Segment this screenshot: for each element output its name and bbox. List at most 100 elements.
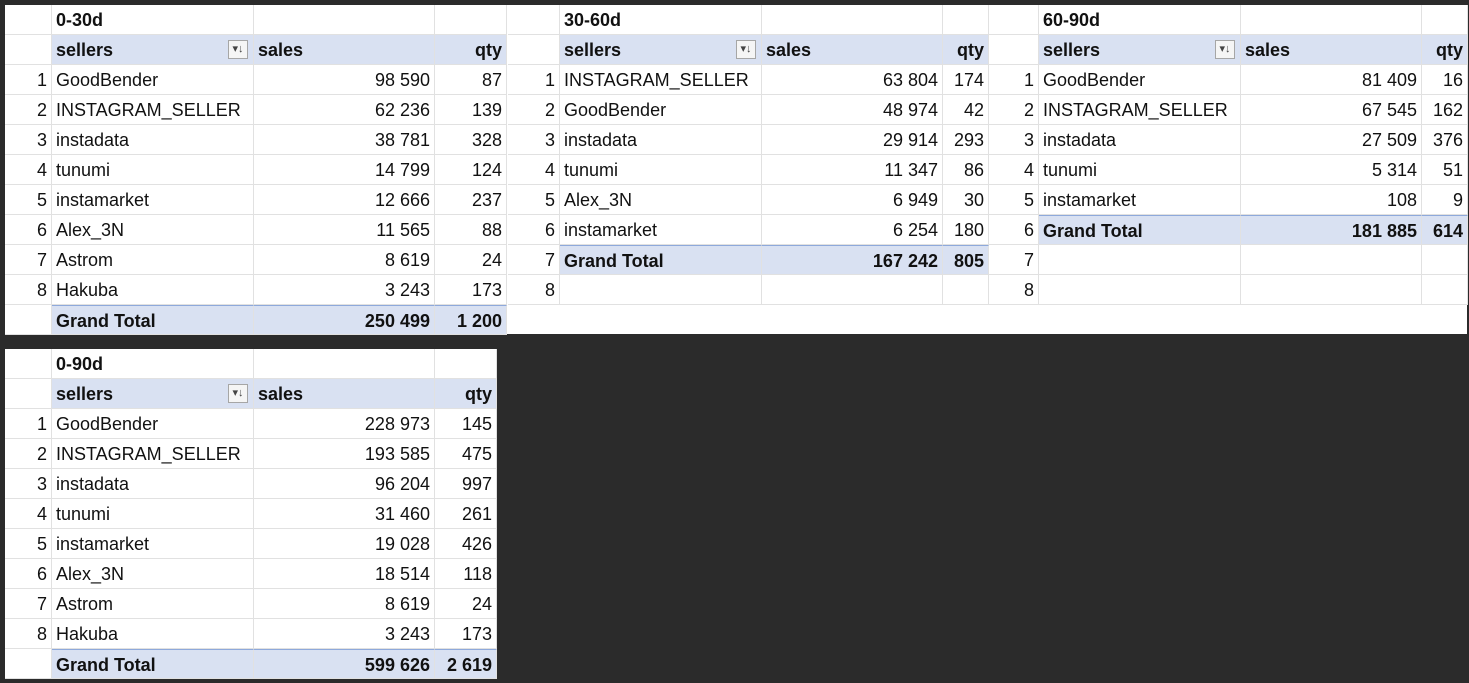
empty-cell[interactable] (1039, 275, 1241, 305)
qty-value-cell[interactable]: 475 (435, 439, 497, 469)
seller-name-cell[interactable]: GoodBender (1039, 65, 1241, 95)
grand-total-sales[interactable]: 250 499 (254, 305, 435, 335)
sales-value-cell[interactable]: 228 973 (254, 409, 435, 439)
sales-header[interactable]: sales (762, 35, 943, 65)
seller-name-cell[interactable]: INSTAGRAM_SELLER (52, 95, 254, 125)
seller-name-cell[interactable]: Hakuba (52, 619, 254, 649)
qty-value-cell[interactable]: 42 (943, 95, 989, 125)
seller-name-cell[interactable]: tunumi (52, 499, 254, 529)
empty-cell[interactable] (1241, 275, 1422, 305)
seller-name-cell[interactable]: instadata (52, 125, 254, 155)
qty-value-cell[interactable]: 261 (435, 499, 497, 529)
qty-value-cell[interactable]: 174 (943, 65, 989, 95)
seller-name-cell[interactable]: instamarket (1039, 185, 1241, 215)
grand-total-sales[interactable]: 167 242 (762, 245, 943, 275)
seller-name-cell[interactable]: GoodBender (560, 95, 762, 125)
grand-total-label[interactable]: Grand Total (560, 245, 762, 275)
sort-filter-icon[interactable]: ▾↓ (1215, 40, 1235, 59)
seller-name-cell[interactable]: Alex_3N (560, 185, 762, 215)
qty-value-cell[interactable]: 16 (1422, 65, 1468, 95)
grand-total-label[interactable]: Grand Total (52, 649, 254, 679)
qty-value-cell[interactable]: 139 (435, 95, 507, 125)
sales-value-cell[interactable]: 96 204 (254, 469, 435, 499)
grand-total-sales[interactable]: 181 885 (1241, 215, 1422, 245)
qty-value-cell[interactable]: 426 (435, 529, 497, 559)
sales-value-cell[interactable]: 98 590 (254, 65, 435, 95)
qty-value-cell[interactable]: 145 (435, 409, 497, 439)
sales-value-cell[interactable]: 8 619 (254, 589, 435, 619)
seller-name-cell[interactable]: Hakuba (52, 275, 254, 305)
empty-cell[interactable] (943, 275, 989, 305)
qty-value-cell[interactable]: 86 (943, 155, 989, 185)
empty-cell[interactable] (1422, 275, 1468, 305)
seller-name-cell[interactable]: INSTAGRAM_SELLER (560, 65, 762, 95)
sales-header[interactable]: sales (1241, 35, 1422, 65)
qty-value-cell[interactable]: 173 (435, 619, 497, 649)
sales-value-cell[interactable]: 108 (1241, 185, 1422, 215)
grand-total-qty[interactable]: 1 200 (435, 305, 507, 335)
sales-value-cell[interactable]: 31 460 (254, 499, 435, 529)
qty-value-cell[interactable]: 162 (1422, 95, 1468, 125)
qty-value-cell[interactable]: 293 (943, 125, 989, 155)
sales-value-cell[interactable]: 11 565 (254, 215, 435, 245)
sales-value-cell[interactable]: 81 409 (1241, 65, 1422, 95)
seller-name-cell[interactable]: instamarket (52, 185, 254, 215)
seller-name-cell[interactable]: instamarket (52, 529, 254, 559)
sales-value-cell[interactable]: 63 804 (762, 65, 943, 95)
sellers-header[interactable]: sellers ▾↓ (1039, 35, 1241, 65)
seller-name-cell[interactable]: INSTAGRAM_SELLER (52, 439, 254, 469)
seller-name-cell[interactable]: tunumi (560, 155, 762, 185)
seller-name-cell[interactable]: INSTAGRAM_SELLER (1039, 95, 1241, 125)
sales-value-cell[interactable]: 62 236 (254, 95, 435, 125)
seller-name-cell[interactable]: instadata (560, 125, 762, 155)
sort-filter-icon[interactable]: ▾↓ (228, 384, 248, 403)
qty-value-cell[interactable]: 173 (435, 275, 507, 305)
qty-value-cell[interactable]: 124 (435, 155, 507, 185)
seller-name-cell[interactable]: instadata (52, 469, 254, 499)
sort-filter-icon[interactable]: ▾↓ (228, 40, 248, 59)
empty-cell[interactable] (560, 275, 762, 305)
qty-value-cell[interactable]: 87 (435, 65, 507, 95)
qty-header[interactable]: qty (1422, 35, 1468, 65)
sales-value-cell[interactable]: 12 666 (254, 185, 435, 215)
qty-value-cell[interactable]: 376 (1422, 125, 1468, 155)
seller-name-cell[interactable]: Alex_3N (52, 559, 254, 589)
qty-value-cell[interactable]: 328 (435, 125, 507, 155)
seller-name-cell[interactable]: instadata (1039, 125, 1241, 155)
seller-name-cell[interactable]: tunumi (1039, 155, 1241, 185)
sales-value-cell[interactable]: 5 314 (1241, 155, 1422, 185)
sellers-header[interactable]: sellers ▾↓ (52, 35, 254, 65)
seller-name-cell[interactable]: tunumi (52, 155, 254, 185)
empty-cell[interactable] (1039, 245, 1241, 275)
qty-value-cell[interactable]: 88 (435, 215, 507, 245)
empty-cell[interactable] (1241, 245, 1422, 275)
seller-name-cell[interactable]: Alex_3N (52, 215, 254, 245)
qty-value-cell[interactable]: 24 (435, 589, 497, 619)
sort-filter-icon[interactable]: ▾↓ (736, 40, 756, 59)
seller-name-cell[interactable]: Astrom (52, 589, 254, 619)
sales-value-cell[interactable]: 18 514 (254, 559, 435, 589)
seller-name-cell[interactable]: instamarket (560, 215, 762, 245)
sales-value-cell[interactable]: 8 619 (254, 245, 435, 275)
sellers-header[interactable]: sellers ▾↓ (560, 35, 762, 65)
empty-cell[interactable] (762, 275, 943, 305)
qty-value-cell[interactable]: 997 (435, 469, 497, 499)
sales-value-cell[interactable]: 48 974 (762, 95, 943, 125)
sales-value-cell[interactable]: 38 781 (254, 125, 435, 155)
sales-value-cell[interactable]: 67 545 (1241, 95, 1422, 125)
sales-value-cell[interactable]: 6 254 (762, 215, 943, 245)
sales-header[interactable]: sales (254, 35, 435, 65)
qty-value-cell[interactable]: 51 (1422, 155, 1468, 185)
qty-value-cell[interactable]: 180 (943, 215, 989, 245)
qty-header[interactable]: qty (943, 35, 989, 65)
sales-value-cell[interactable]: 11 347 (762, 155, 943, 185)
sales-value-cell[interactable]: 14 799 (254, 155, 435, 185)
seller-name-cell[interactable]: GoodBender (52, 65, 254, 95)
sales-value-cell[interactable]: 193 585 (254, 439, 435, 469)
grand-total-qty[interactable]: 614 (1422, 215, 1468, 245)
sales-header[interactable]: sales (254, 379, 435, 409)
qty-value-cell[interactable]: 30 (943, 185, 989, 215)
sales-value-cell[interactable]: 27 509 (1241, 125, 1422, 155)
sales-value-cell[interactable]: 19 028 (254, 529, 435, 559)
qty-value-cell[interactable]: 237 (435, 185, 507, 215)
